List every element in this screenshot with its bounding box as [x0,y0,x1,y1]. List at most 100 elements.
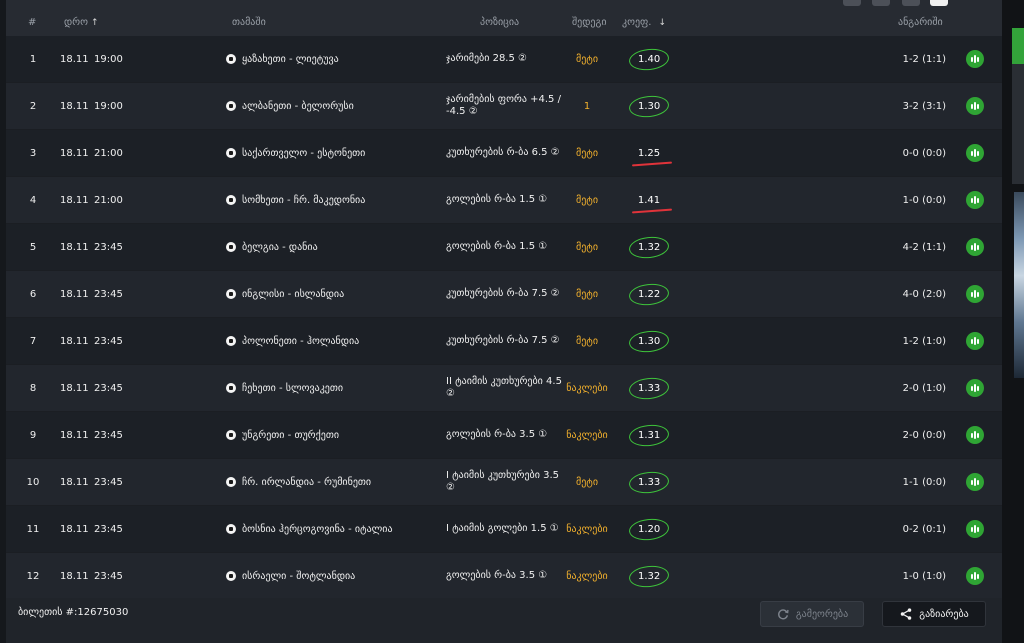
stats-icon[interactable] [966,50,984,68]
odds-value: 1.33 [627,469,671,495]
stats-icon[interactable] [966,520,984,538]
row-position: I ტაიმის გოლები 1.5 ① [446,523,559,534]
row-odds: 1.25 [620,130,678,176]
row-odds: 1.30 [620,318,678,364]
row-time: 23:45 [94,476,123,488]
row-game[interactable]: ისრაელი - შოტლანდია [226,553,426,599]
row-stats[interactable] [964,36,986,82]
odds-value: 1.32 [627,563,671,589]
pagination-bar [6,0,1002,8]
row-game[interactable]: ალბანეთი - ბელორუსი [226,83,426,129]
row-game[interactable]: საქართველო - ესტონეთი [226,130,426,176]
row-game-label: ჩეხეთი - სლოვაკეთი [242,382,344,394]
row-time: 23:45 [94,288,123,300]
row-score: 2-0 (0:0) [902,429,946,441]
table-header: # დრო ↑ თამაში პოზიცია შედეგი კოეფ. ↓ ანგა… [6,8,1002,38]
row-odds: 1.20 [620,506,678,552]
row-position: კუთხურების რ-ბა 7.5 ② [446,288,560,299]
football-icon [226,524,236,534]
row-game[interactable]: პოლონეთი - ჰოლანდია [226,318,426,364]
football-icon [226,101,236,111]
row-time: 21:00 [94,194,123,206]
row-score: 1-2 (1:0) [902,335,946,347]
sort-up-icon: ↑ [91,18,99,28]
table-row: 1 18.11 19:00 ყაზახეთი - ლიეტუვა ჯარიმები 28… [6,36,1002,83]
row-game[interactable]: ბელგია - დანია [226,224,426,270]
header-time[interactable]: დრო ↑ [64,8,99,38]
side-block [1012,64,1024,184]
row-time: 23:45 [94,429,123,441]
row-odds: 1.31 [620,412,678,458]
row-stats[interactable] [964,130,986,176]
odds-value: 1.32 [627,234,671,260]
row-bet: მეტი [575,241,599,253]
football-icon [226,242,236,252]
row-game[interactable]: სომხეთი - ჩრ. მაკედონია [226,177,426,223]
row-stats[interactable] [964,271,986,317]
row-game[interactable]: ინგლისი - ისლანდია [226,271,426,317]
football-icon [226,571,236,581]
row-stats[interactable] [964,412,986,458]
row-position: კუთხურების რ-ბა 7.5 ② [446,335,560,346]
row-game[interactable]: უნგრეთი - თურქეთი [226,412,426,458]
header-position: პოზიცია [480,17,520,28]
row-game-label: სომხეთი - ჩრ. მაკედონია [242,194,366,206]
row-bet: მეტი [575,476,599,488]
football-icon [226,430,236,440]
row-game[interactable]: ყაზახეთი - ლიეტუვა [226,36,426,82]
stats-icon[interactable] [966,144,984,162]
header-odds[interactable]: კოეფ. ↓ [622,8,666,38]
table-row: 6 18.11 23:45 ინგლისი - ისლანდია კუთხურების … [6,271,1002,318]
stats-icon[interactable] [966,285,984,303]
row-stats[interactable] [964,177,986,223]
row-stats[interactable] [964,224,986,270]
page-button-active[interactable] [930,0,948,6]
ticket-table: 1 18.11 19:00 ყაზახეთი - ლიეტუვა ჯარიმები 28… [6,36,1002,600]
share-label: გაზიარება [919,608,969,620]
stats-icon[interactable] [966,332,984,350]
row-odds: 1.22 [620,271,678,317]
row-position: გოლების რ-ბა 3.5 ① [446,429,548,440]
row-stats[interactable] [964,506,986,552]
header-bet: შედეგი [572,17,607,28]
row-odds: 1.32 [620,553,678,599]
table-row: 7 18.11 23:45 პოლონეთი - ჰოლანდია კუთხურების… [6,318,1002,365]
odds-value: 1.30 [627,93,671,119]
header-game: თამაში [232,17,266,28]
row-stats[interactable] [964,365,986,411]
stats-icon[interactable] [966,191,984,209]
table-row: 8 18.11 23:45 ჩეხეთი - სლოვაკეთი II ტაიმის კ… [6,365,1002,412]
header-num: # [28,17,37,28]
stats-icon[interactable] [966,473,984,491]
row-bet: ნაკლები [566,570,608,582]
row-stats[interactable] [964,83,986,129]
row-bet: მეტი [575,53,599,65]
stats-icon[interactable] [966,97,984,115]
repeat-button[interactable]: გამეორება [760,601,864,627]
football-icon [226,477,236,487]
page-button[interactable] [872,0,890,6]
page-button[interactable] [843,0,861,6]
row-score: 1-2 (1:1) [902,53,946,65]
row-stats[interactable] [964,459,986,505]
side-tab[interactable] [1012,28,1024,64]
row-position: ჯარიმების ფორა +4.5 / -4.5 ② [446,94,561,117]
row-position: ჯარიმები 28.5 ② [446,53,527,64]
stats-icon[interactable] [966,238,984,256]
row-game[interactable]: ბოსნია ჰერცოგოვინა - იტალია [226,506,426,552]
row-game[interactable]: ჩეხეთი - სლოვაკეთი [226,365,426,411]
row-game[interactable]: ჩრ. ირლანდია - რუმინეთი [226,459,426,505]
row-number: 8 [29,382,37,394]
row-number: 11 [26,523,40,535]
stats-icon[interactable] [966,426,984,444]
share-button[interactable]: გაზიარება [882,601,986,627]
stats-icon[interactable] [966,379,984,397]
stats-icon[interactable] [966,567,984,585]
row-game-label: უნგრეთი - თურქეთი [242,429,340,441]
row-bet: ნაკლები [566,382,608,394]
row-time: 19:00 [94,100,123,112]
page-button[interactable] [902,0,920,6]
row-stats[interactable] [964,553,986,599]
odds-value: 1.31 [627,422,671,448]
row-stats[interactable] [964,318,986,364]
